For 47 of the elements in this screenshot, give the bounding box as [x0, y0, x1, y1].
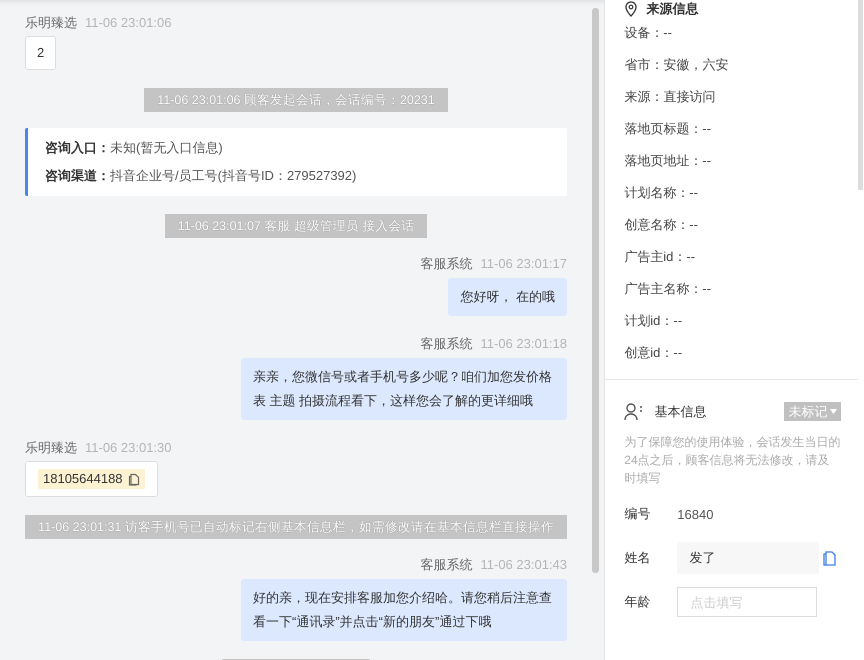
caret-icon	[830, 409, 838, 414]
system-message: 11-06 23:01:07 客服 超级管理员 接入会话	[164, 214, 428, 238]
source-info-row-text: 广告主名称：--	[624, 280, 712, 298]
source-info-row-text: 来源：直接访问	[624, 88, 716, 106]
source-info-row-text: 设备：--	[624, 24, 673, 42]
copy-icon[interactable]	[823, 550, 836, 566]
system-message: 11-06 23:01:06 顾客发起会话，会话编号：20231	[144, 88, 448, 112]
message-bubble: 您好呀， 在的哦	[448, 278, 567, 316]
source-info-row-text: 创意名称：--	[624, 216, 699, 234]
phone-number: 18105644188	[38, 469, 145, 489]
message-bubble: 好的亲，现在安排客服加您介绍哈。请您稍后注意查看一下“通讯录”并点击“新的朋友”通过下哦	[241, 579, 567, 641]
message-bubble: 亲亲，您微信号或者手机号多少呢？咱们加您发价格表 主题 拍摄流程看下，这样您会了解的更详细哦	[241, 358, 567, 420]
copy-icon[interactable]	[128, 472, 140, 486]
message-bubble: 2	[25, 36, 56, 70]
info-value: 未知(暂无入口信息)	[110, 140, 223, 155]
field-value: 16840	[677, 506, 714, 522]
info-label: 咨询渠道：	[45, 168, 110, 183]
source-info-row-text: 广告主id：--	[624, 248, 696, 266]
system-message: 11-06 23:01:31 访客手机号已自动标记右侧基本信息栏，如需修改请在基本信息栏直接操作	[25, 515, 567, 539]
info-value: 抖音企业号/员工号(抖音号ID：279527392)	[110, 168, 356, 183]
message-time: 11-06 23:01:43	[480, 556, 567, 574]
field-label: 姓名	[624, 549, 652, 567]
section-title: 来源信息	[646, 0, 698, 18]
info-label: 咨询入口：	[45, 140, 110, 155]
message-time: 11-06 23:01:30	[85, 439, 172, 457]
sender-name: 客服系统	[420, 255, 472, 273]
source-info-row-text: 创意id：--	[624, 344, 684, 362]
field-label: 编号	[624, 505, 652, 523]
sender-name: 客服系统	[420, 556, 472, 574]
source-info-row-text: 省市：安徽，六安	[624, 56, 730, 74]
message-time: 11-06 23:01:17	[480, 255, 567, 273]
notice-text: 为了保障您的使用体验，会话发生当日的24点之后，顾客信息将无法修改，请及时填写	[624, 434, 842, 487]
sender-name: 乐明臻选	[25, 439, 77, 457]
scrollbar[interactable]	[858, 0, 864, 190]
section-title: 基本信息	[654, 402, 708, 420]
source-info-row-text: 落地页地址：--	[624, 152, 712, 170]
name-field[interactable]: 发了	[677, 542, 820, 574]
message-time: 11-06 23:01:06	[85, 14, 172, 32]
source-info-row-text: 落地页标题：--	[624, 120, 712, 138]
scrollbar[interactable]	[592, 8, 599, 573]
source-info-row-text: 计划id：--	[624, 312, 684, 330]
field-label: 年龄	[624, 593, 652, 611]
message-time: 11-06 23:01:18	[480, 335, 567, 353]
sender-name: 客服系统	[420, 335, 472, 353]
location-pin-icon	[624, 1, 638, 17]
sender-name: 乐明臻选	[25, 14, 77, 32]
source-info-row-text: 计划名称：--	[624, 184, 699, 202]
